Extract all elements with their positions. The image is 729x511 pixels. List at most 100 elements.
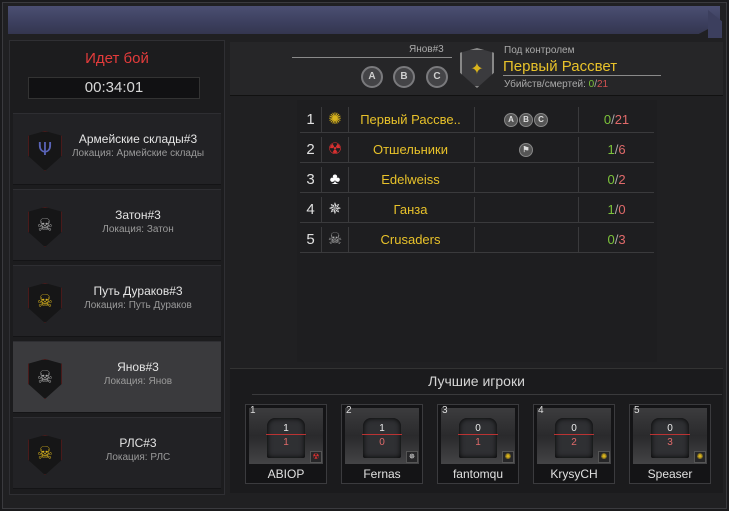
- player-kills: 1: [362, 423, 402, 435]
- clan-deaths: 0: [618, 202, 626, 217]
- player-deaths: 1: [475, 437, 481, 448]
- clan-score: 0/21: [578, 107, 654, 133]
- skull-yellow-emblem-icon: ☠: [28, 283, 62, 323]
- point-c-icon: C: [534, 113, 548, 127]
- laurel-badge-icon: ✺: [502, 451, 514, 463]
- player-deaths: 2: [571, 437, 577, 448]
- skull-yellow-emblem-icon: ☠: [28, 435, 62, 475]
- player-kills: 1: [266, 423, 306, 435]
- player-name: fantomqu: [452, 467, 504, 481]
- player-rank: 5: [634, 405, 640, 416]
- location-sub: Локация: Затон: [102, 224, 174, 235]
- biohazard-emblem-icon: ☢: [327, 141, 343, 158]
- point-b-icon: B: [519, 113, 533, 127]
- player-rank: 1: [250, 405, 256, 416]
- skull-emblem-icon: ☠: [28, 359, 62, 399]
- clan-row[interactable]: 2 ☢ Отшельники ⚑ 1/6: [300, 137, 654, 163]
- clan-name: Первый Рассве..: [348, 107, 472, 133]
- best-players-title: Лучшие игроки: [428, 373, 525, 389]
- clan-kills: 1: [607, 202, 615, 217]
- battle-status: Идет бой: [85, 50, 149, 67]
- clan-deaths: 2: [618, 172, 626, 187]
- best-players-divider: [252, 394, 722, 395]
- compass-star-emblem-icon: ✵: [328, 201, 342, 218]
- clan-points: [474, 167, 578, 193]
- player-name: ABIOP: [267, 467, 305, 481]
- clan-points: ⚑: [474, 137, 578, 163]
- player-rank: 3: [442, 405, 448, 416]
- header-location: Янов#3: [409, 44, 444, 55]
- point-b-button[interactable]: B: [393, 66, 415, 88]
- clan-kills: 0: [607, 232, 615, 247]
- player-name: Speaser: [647, 467, 693, 481]
- player-kills: 0: [554, 423, 594, 435]
- player-deaths: 3: [667, 437, 673, 448]
- player-deaths: 1: [283, 437, 289, 448]
- player-name: Fernas: [363, 467, 401, 481]
- clan-row[interactable]: 1 ✺ Первый Рассве.. ABC 0/21: [300, 107, 654, 133]
- location-sub: Локация: Янов: [103, 376, 173, 387]
- clan-row[interactable]: 4 ✵ Ганза 1/0: [300, 197, 654, 223]
- player-card[interactable]: 3 0 1 ✺ fantomqu: [437, 404, 519, 484]
- clan-deaths: 21: [614, 112, 630, 127]
- laurel-badge-icon: ✺: [694, 451, 706, 463]
- kd-label: Убийств/смертей:: [504, 79, 586, 90]
- clan-rank: 4: [300, 197, 322, 223]
- clan-rank: 1: [300, 107, 322, 133]
- player-deaths: 0: [379, 437, 385, 448]
- skull-emblem-icon: ☠: [327, 231, 343, 248]
- clan-score: 0/3: [578, 227, 654, 253]
- player-rank: 2: [346, 405, 352, 416]
- clan-kills: 1: [607, 142, 615, 157]
- clan-name: Ганза: [348, 197, 472, 223]
- location-item-rls[interactable]: ☠ РЛС#3 Локация: РЛС: [13, 417, 221, 489]
- player-kills: 0: [650, 423, 690, 435]
- clan-kills: 0: [607, 172, 615, 187]
- clan-row[interactable]: 3 ♣ Edelweiss 0/2: [300, 167, 654, 193]
- location-item-army-depot[interactable]: Ψ Армейские склады#3 Локация: Армейские …: [13, 113, 221, 185]
- location-item-yanov[interactable]: ☠ Янов#3 Локация: Янов: [13, 341, 221, 413]
- player-card[interactable]: 1 1 1 ☢ ABIOP: [245, 404, 327, 484]
- clan-points: [474, 227, 578, 253]
- location-item-zaton[interactable]: ☠ Затон#3 Локация: Затон: [13, 189, 221, 261]
- location-name: Затон#3: [115, 208, 161, 222]
- location-name: Янов#3: [117, 360, 159, 374]
- point-a-icon: A: [504, 113, 518, 127]
- clan-name: Отшельники: [348, 137, 472, 163]
- clan-score: 0/2: [578, 167, 654, 193]
- skull-emblem-icon: ☠: [28, 207, 62, 247]
- clan-name: Crusaders: [348, 227, 472, 253]
- location-name: Путь Дураков#3: [93, 284, 183, 298]
- battle-timer: 00:34:01: [28, 77, 200, 99]
- clan-rank: 5: [300, 227, 322, 253]
- laurel-badge-icon: ✺: [598, 451, 610, 463]
- clan-row[interactable]: 5 ☠ Crusaders 0/3: [300, 227, 654, 253]
- location-sub: Локация: Армейские склады: [71, 148, 205, 159]
- player-card[interactable]: 4 0 2 ✺ KrysyCH: [533, 404, 615, 484]
- clan-deaths: 3: [618, 232, 626, 247]
- compass-badge-icon: ✵: [406, 451, 418, 463]
- point-a-button[interactable]: A: [361, 66, 383, 88]
- laurel-emblem-icon: ✺: [328, 111, 342, 128]
- player-card[interactable]: 2 1 0 ✵ Fernas: [341, 404, 423, 484]
- point-c-button[interactable]: C: [426, 66, 448, 88]
- clan-name: Edelweiss: [348, 167, 472, 193]
- location-sub: Локация: РЛС: [105, 452, 171, 463]
- player-name: KrysyCH: [550, 467, 598, 481]
- location-item-fools-path[interactable]: ☠ Путь Дураков#3 Локация: Путь Дураков: [13, 265, 221, 337]
- clover-emblem-icon: ♣: [329, 171, 341, 188]
- under-control-label: Под контролем: [504, 45, 575, 56]
- top-bar: [8, 6, 720, 34]
- location-name: Армейские склады#3: [78, 132, 198, 146]
- clan-rank: 3: [300, 167, 322, 193]
- biohazard-badge-icon: ☢: [310, 451, 322, 463]
- player-card[interactable]: 5 0 3 ✺ Speaser: [629, 404, 711, 484]
- header-divider: [292, 57, 452, 58]
- clan-deaths: 6: [618, 142, 626, 157]
- clan-rank: 2: [300, 137, 322, 163]
- location-sub: Локация: Путь Дураков: [84, 300, 192, 311]
- clan-score: 1/0: [578, 197, 654, 223]
- kd-summary: Убийств/смертей: 0/21: [504, 79, 608, 90]
- under-control-divider: [503, 75, 661, 76]
- clan-kills: 0: [603, 112, 612, 127]
